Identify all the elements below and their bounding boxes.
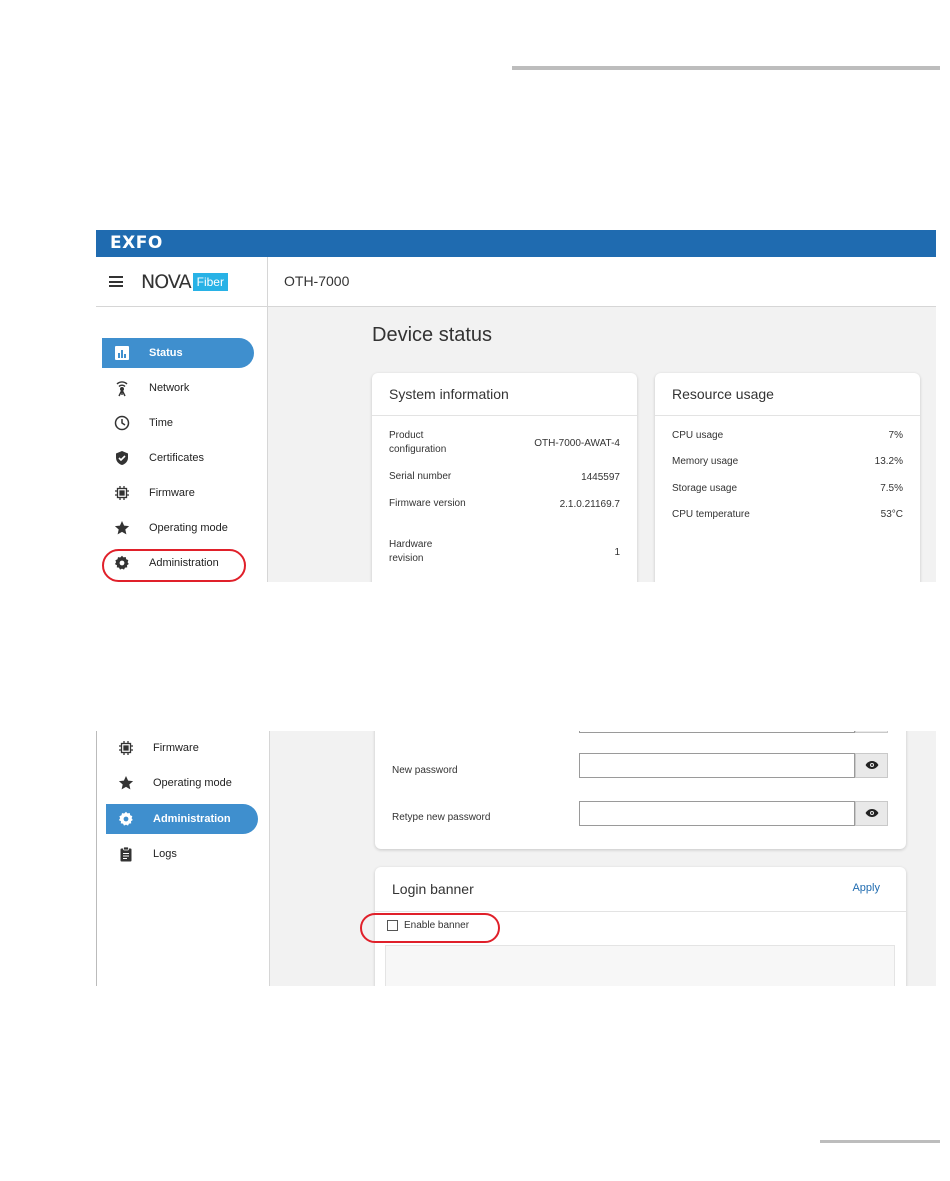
exfo-logo: EXFO [110, 233, 163, 253]
sidebar-item-status[interactable]: Status [102, 338, 254, 368]
new-password-input[interactable] [579, 753, 855, 778]
usage-value: 13.2% [874, 456, 903, 467]
eye-icon [865, 805, 879, 823]
sidebar-item-label: Administration [153, 813, 231, 825]
card-title: System information [372, 373, 637, 416]
page-title: Device status [372, 324, 493, 346]
change-password-card: New password Retype new password [375, 731, 906, 849]
info-key: Serial number [389, 471, 452, 482]
usage-value: 7% [888, 430, 903, 441]
sidebar: Status Network Time Certificates Firmwar… [96, 307, 268, 582]
nova-fiber-logo: NOVA Fiber [141, 271, 228, 293]
sidebar-item-label: Firmware [153, 742, 199, 754]
info-row: Product configuration OTH-7000-AWAT-4 [389, 429, 620, 457]
sidebar-item-certificates[interactable]: Certificates [102, 443, 254, 473]
clock-icon [112, 413, 132, 433]
usage-row: CPU temperature 53°C [672, 509, 903, 520]
sidebar-item-label: Certificates [149, 452, 205, 464]
sidebar-item-label: Status [149, 347, 183, 359]
star-icon [116, 773, 136, 793]
eye-icon [865, 757, 879, 775]
nova-logo-text: NOVA [141, 271, 192, 293]
sidebar-item-time[interactable]: Time [102, 408, 254, 438]
usage-row: CPU usage 7% [672, 430, 903, 441]
info-row: Serial number 1445597 [389, 470, 620, 484]
device-name: OTH-7000 [284, 273, 350, 289]
new-password-label: New password [392, 765, 458, 776]
top-bar-divider [267, 257, 268, 306]
usage-key: Memory usage [672, 456, 739, 467]
sidebar: Firmware Operating mode Administration L… [96, 731, 270, 986]
sidebar-item-operating-mode[interactable]: Operating mode [102, 513, 254, 543]
retype-password-input[interactable] [579, 801, 855, 826]
login-banner-header: Login banner Apply [375, 867, 906, 912]
hamburger-menu-icon[interactable] [109, 276, 123, 287]
info-key: Firmware version [389, 498, 466, 509]
administration-screenshot: Firmware Operating mode Administration L… [96, 731, 936, 986]
system-information-card: System information Product configuration… [372, 373, 637, 582]
bar-chart-icon [112, 343, 132, 363]
retype-password-label: Retype new password [392, 812, 491, 823]
usage-key: CPU temperature [672, 509, 750, 520]
info-row: Firmware version 2.1.0.21169.7 [389, 497, 620, 511]
retype-password-eye-button[interactable] [855, 801, 888, 826]
gear-icon [116, 809, 136, 829]
usage-key: Storage usage [672, 483, 738, 494]
highlight-circle-enable-banner [360, 913, 500, 943]
brand-bar: EXFO [96, 230, 936, 257]
clipboard-icon [116, 844, 136, 864]
info-key: Product configuration [389, 430, 447, 455]
sidebar-item-network[interactable]: Network [102, 373, 254, 403]
sidebar-item-firmware[interactable]: Firmware [102, 478, 254, 508]
info-value: 2.1.0.21169.7 [559, 498, 620, 510]
page-rule-top [512, 66, 940, 70]
info-value: 1445597 [581, 471, 620, 483]
antenna-icon [112, 378, 132, 398]
info-value: 1 [614, 546, 620, 558]
top-bar: NOVA Fiber OTH-7000 [96, 257, 936, 307]
star-icon [112, 518, 132, 538]
card-title: Resource usage [655, 373, 920, 416]
sidebar-item-label: Operating mode [149, 522, 228, 534]
usage-key: CPU usage [672, 430, 724, 441]
page-rule-bottom [820, 1140, 940, 1143]
device-status-screenshot: EXFO NOVA Fiber OTH-7000 Status Network [96, 230, 936, 582]
info-value: OTH-7000-AWAT-4 [534, 437, 620, 449]
usage-row: Storage usage 7.5% [672, 483, 903, 494]
sidebar-item-operating-mode[interactable]: Operating mode [106, 768, 258, 798]
sidebar-item-administration[interactable]: Administration [106, 804, 258, 834]
banner-text-area[interactable] [385, 945, 895, 986]
sidebar-item-label: Network [149, 382, 190, 394]
usage-value: 7.5% [880, 483, 903, 494]
shield-check-icon [112, 448, 132, 468]
sidebar-item-label: Logs [153, 848, 177, 860]
usage-value: 53°C [880, 509, 903, 520]
new-password-eye-button[interactable] [855, 753, 888, 778]
sidebar-item-firmware[interactable]: Firmware [106, 733, 258, 763]
info-row: Hardware revision 1 [389, 538, 620, 566]
sidebar-item-label: Firmware [149, 487, 195, 499]
usage-row: Memory usage 13.2% [672, 456, 903, 467]
apply-button[interactable]: Apply [852, 882, 880, 894]
current-password-eye-button[interactable] [855, 731, 888, 733]
current-password-input[interactable] [579, 731, 855, 733]
chip-icon [116, 738, 136, 758]
sidebar-item-logs[interactable]: Logs [106, 839, 258, 869]
info-key: Hardware revision [389, 539, 433, 564]
sidebar-item-label: Operating mode [153, 777, 232, 789]
login-banner-title: Login banner [392, 881, 474, 897]
highlight-circle-administration [102, 549, 246, 582]
chip-icon [112, 483, 132, 503]
sidebar-item-label: Time [149, 417, 174, 429]
resource-usage-card: Resource usage CPU usage 7% Memory usage… [655, 373, 920, 582]
fiber-logo-tag: Fiber [192, 273, 228, 291]
